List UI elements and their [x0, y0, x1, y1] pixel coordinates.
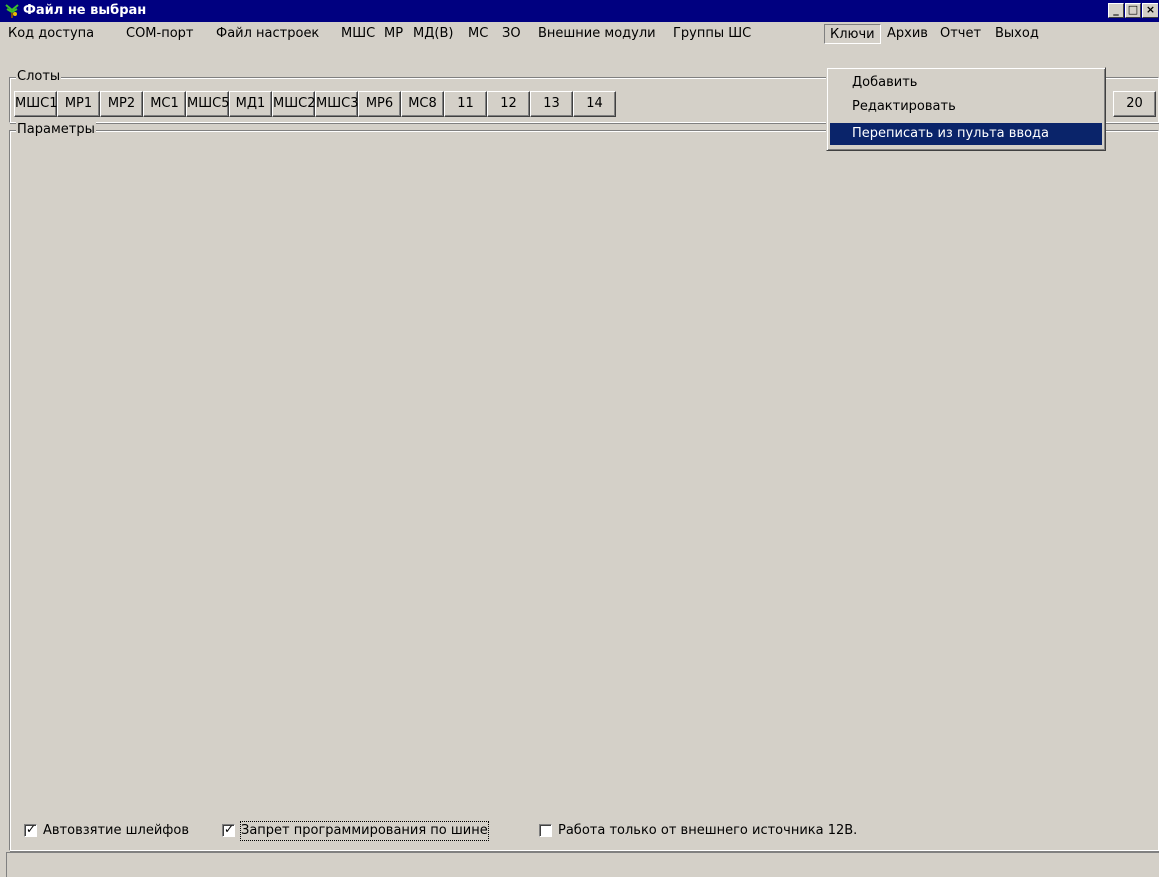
slot-button-13[interactable]: 13: [530, 91, 573, 117]
slot-button-4[interactable]: МС1: [143, 91, 186, 117]
bus-programming-ban-checkbox[interactable]: ✓: [222, 822, 235, 837]
menu-mr[interactable]: МР: [384, 25, 403, 43]
menu-archive[interactable]: Архив: [887, 25, 928, 43]
slot-button-14[interactable]: 14: [573, 91, 616, 117]
menu-md-v[interactable]: МД(В): [413, 25, 453, 43]
slot-button-12[interactable]: 12: [487, 91, 530, 117]
bus-programming-ban-label: Запрет программирования по шине: [240, 821, 489, 841]
menu-settings-file[interactable]: Файл настроек: [216, 25, 319, 43]
menu-item-add[interactable]: Добавить: [830, 72, 1102, 94]
menu-shs-groups[interactable]: Группы ШС: [673, 25, 751, 43]
auto-arming-label: Автовзятие шлейфов: [43, 823, 190, 838]
slot-button-9[interactable]: МР6: [358, 91, 401, 117]
menu-exit[interactable]: Выход: [995, 25, 1039, 43]
slot-button-3[interactable]: МР2: [100, 91, 143, 117]
menu-zo[interactable]: ЗО: [502, 25, 521, 43]
option-external-12v-only[interactable]: Работа только от внешнего источника 12В.: [539, 822, 889, 840]
minimize-icon[interactable]: _: [1108, 3, 1124, 18]
window-title: Файл не выбран: [23, 3, 147, 18]
slot-button-1[interactable]: МШС1: [14, 91, 57, 117]
slot-button-11[interactable]: 11: [444, 91, 487, 117]
slot-button-6[interactable]: МД1: [229, 91, 272, 117]
menu-report[interactable]: Отчет: [940, 25, 981, 43]
external-12v-only-label: Работа только от внешнего источника 12В.: [558, 823, 858, 838]
menu-item-copy-from-console[interactable]: Переписать из пульта ввода: [830, 123, 1102, 145]
menu-com-port[interactable]: СОМ-порт: [126, 25, 194, 43]
keys-dropdown-menu: Добавить Редактировать Переписать из пул…: [826, 67, 1106, 151]
check-mark-icon: ✓: [224, 822, 235, 836]
title-bar[interactable]: Файл не выбран _ □ ×: [0, 0, 1159, 22]
params-group: Параметры: [9, 122, 1159, 851]
check-mark-icon: ✓: [26, 822, 37, 836]
app-tree-icon: [5, 4, 19, 18]
slot-button-2[interactable]: МР1: [57, 91, 100, 117]
menu-keys[interactable]: Ключи: [824, 24, 881, 44]
menu-item-edit[interactable]: Редактировать: [830, 96, 1102, 118]
close-icon[interactable]: ×: [1142, 3, 1158, 18]
slot-button-10[interactable]: МС8: [401, 91, 444, 117]
menu-access-code[interactable]: Код доступа: [8, 25, 94, 43]
slot-button-8[interactable]: МШС3: [315, 91, 358, 117]
slot-button-5[interactable]: МШС5: [186, 91, 229, 117]
menu-bar: Код доступа СОМ-порт Файл настроек МШС М…: [0, 22, 1159, 46]
menu-ms[interactable]: МС: [468, 25, 488, 43]
menu-mshs[interactable]: МШС: [341, 25, 375, 43]
external-12v-only-checkbox[interactable]: [539, 824, 552, 837]
status-bar: [6, 852, 1159, 877]
auto-arming-checkbox[interactable]: ✓: [24, 822, 37, 837]
maximize-icon[interactable]: □: [1125, 3, 1141, 18]
slot-button-20[interactable]: 20: [1113, 91, 1156, 117]
option-bus-programming-ban[interactable]: ✓ Запрет программирования по шине: [222, 821, 522, 841]
slots-group-label: Слоты: [16, 69, 62, 85]
option-auto-arming[interactable]: ✓ Автовзятие шлейфов: [24, 822, 214, 840]
params-group-label: Параметры: [16, 122, 96, 138]
menu-external-modules[interactable]: Внешние модули: [538, 25, 656, 43]
slot-button-7[interactable]: МШС2: [272, 91, 315, 117]
